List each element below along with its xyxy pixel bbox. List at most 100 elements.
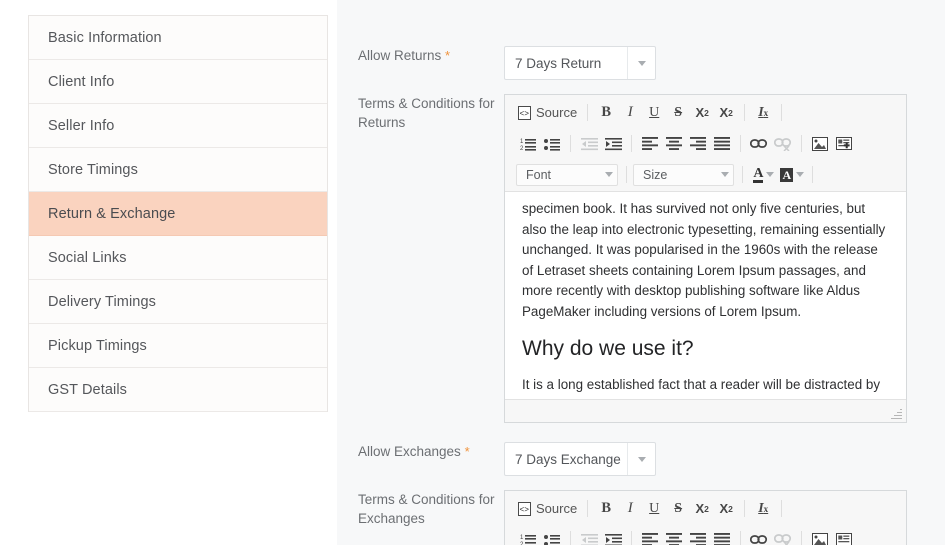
toolbar-row-styles: Font Size A A xyxy=(505,159,906,190)
superscript-button[interactable]: X2 xyxy=(714,101,738,125)
required-asterisk: * xyxy=(464,444,470,459)
text-color-glyph: A xyxy=(753,165,764,183)
allow-exchanges-field: 7 Days Exchange xyxy=(504,442,945,476)
toolbar-row-basic: <> Source B I U S X2 X 2 I x xyxy=(505,493,906,524)
insert-image-button[interactable] xyxy=(808,132,832,156)
superscript-mark: 2 xyxy=(728,107,733,118)
align-left-button[interactable] xyxy=(638,528,662,545)
editor-heading: Why do we use it? xyxy=(522,337,694,360)
align-justify-button[interactable] xyxy=(710,132,734,156)
toolbar-separator xyxy=(570,135,571,152)
background-color-button[interactable]: A xyxy=(776,167,806,182)
font-size-select[interactable]: Size xyxy=(633,163,735,186)
image-icon xyxy=(812,532,828,545)
italic-button[interactable]: I xyxy=(618,101,642,125)
chevron-down-icon xyxy=(766,172,775,177)
source-button[interactable]: <> Source xyxy=(516,497,581,521)
sidebar-item-return-and-exchange[interactable]: Return & Exchange xyxy=(29,192,327,236)
superscript-button[interactable]: X2 xyxy=(714,497,738,521)
svg-text:1: 1 xyxy=(520,139,524,145)
toolbar-separator xyxy=(742,166,744,183)
chevron-down-icon xyxy=(796,172,805,177)
underline-button[interactable]: U xyxy=(642,497,666,521)
sidebar-item-client-info[interactable]: Client Info xyxy=(29,60,327,104)
source-icon: <> xyxy=(518,501,531,516)
editor-paragraph-2: It is a long established fact that a rea… xyxy=(522,377,881,392)
sidebar-item-pickup-timings[interactable]: Pickup Timings xyxy=(29,324,327,368)
increase-indent-button[interactable] xyxy=(601,132,625,156)
terms-exchanges-row: Terms & Conditions for Exchanges <> Sour… xyxy=(337,490,945,545)
insert-link-button[interactable] xyxy=(747,528,771,545)
align-left-button[interactable] xyxy=(638,132,662,156)
sidebar-item-social-links[interactable]: Social Links xyxy=(29,236,327,280)
insert-image-button[interactable] xyxy=(808,528,832,545)
terms-returns-label-line2: Returns xyxy=(358,115,406,130)
bulleted-list-button[interactable] xyxy=(540,528,564,545)
align-justify-button[interactable] xyxy=(710,528,734,545)
underline-button[interactable]: U xyxy=(642,101,666,125)
required-asterisk: * xyxy=(445,48,451,63)
sidebar-item-label: Seller Info xyxy=(48,117,115,134)
bold-button[interactable]: B xyxy=(594,101,618,125)
toolbar-separator xyxy=(626,166,628,183)
chevron-down-icon[interactable] xyxy=(627,443,655,475)
numbered-list-button[interactable]: 1 2 xyxy=(516,132,540,156)
align-right-button[interactable] xyxy=(686,528,710,545)
bold-button[interactable]: B xyxy=(594,497,618,521)
image-icon xyxy=(812,136,828,151)
terms-returns-field: <> Source B I U S X2 X 2 I x 1 2 Font Si… xyxy=(504,94,945,423)
sidebar-item-label: Store Timings xyxy=(48,161,138,178)
unlink-icon xyxy=(774,137,792,151)
terms-returns-row: Terms & Conditions for Returns <> Source… xyxy=(337,94,945,423)
toolbar-separator xyxy=(744,104,746,121)
sidebar-item-gst-details[interactable]: GST Details xyxy=(29,368,327,412)
align-center-button[interactable] xyxy=(662,132,686,156)
editor-content-area[interactable]: specimen book. It has survived not only … xyxy=(505,192,906,399)
subscript-button[interactable]: X2 xyxy=(690,101,714,125)
terms-returns-label-line1: Terms & Conditions for xyxy=(358,96,495,111)
sidebar-item-seller-info[interactable]: Seller Info xyxy=(29,104,327,148)
font-family-select[interactable]: Font xyxy=(516,163,619,186)
resize-grip-icon[interactable] xyxy=(891,408,902,419)
svg-text:2: 2 xyxy=(520,146,524,151)
sidebar-item-basic-information[interactable]: Basic Information xyxy=(29,16,327,60)
toolbar-separator xyxy=(801,135,802,152)
sidebar-item-store-timings[interactable]: Store Timings xyxy=(29,148,327,192)
align-center-button[interactable] xyxy=(662,528,686,545)
text-color-button[interactable]: A xyxy=(749,165,776,183)
rich-text-editor-exchanges[interactable]: <> Source B I U S X2 X 2 I x 1 2 xyxy=(504,490,907,545)
chevron-down-icon[interactable] xyxy=(627,47,655,79)
bulleted-list-icon xyxy=(543,534,560,545)
numbered-list-icon: 1 2 xyxy=(520,534,536,545)
allow-returns-select[interactable]: 7 Days Return xyxy=(504,46,656,80)
indent-icon xyxy=(604,137,622,150)
allow-exchanges-select[interactable]: 7 Days Exchange xyxy=(504,442,656,476)
subscript-button[interactable]: X2 xyxy=(690,497,714,521)
subscript-mark: 2 xyxy=(704,107,709,118)
svg-text:<>: <> xyxy=(519,506,529,515)
remove-format-button[interactable]: Ix xyxy=(751,101,775,125)
toolbar-row-basic: <> Source B I U S X2 X 2 I x xyxy=(505,97,906,128)
rich-text-editor-returns[interactable]: <> Source B I U S X2 X 2 I x 1 2 Font Si… xyxy=(504,94,907,423)
source-label: Source xyxy=(536,501,578,516)
insert-link-button[interactable] xyxy=(747,132,771,156)
increase-indent-button[interactable] xyxy=(601,528,625,545)
subscript-mark: 2 xyxy=(704,503,709,514)
insert-template-button[interactable] xyxy=(832,528,856,545)
insert-template-button[interactable] xyxy=(832,132,856,156)
bulleted-list-button[interactable] xyxy=(540,132,564,156)
terms-exchanges-label-line2: Exchanges xyxy=(358,511,425,526)
remove-format-button[interactable]: Ix xyxy=(751,497,775,521)
svg-text:<>: <> xyxy=(519,110,529,119)
sidebar-item-delivery-timings[interactable]: Delivery Timings xyxy=(29,280,327,324)
settings-page: Basic Information Client Info Seller Inf… xyxy=(0,0,945,545)
justify-icon xyxy=(714,533,730,545)
strikethrough-button[interactable]: S xyxy=(666,497,690,521)
allow-exchanges-label-text: Allow Exchanges xyxy=(358,444,461,459)
source-button[interactable]: <> Source xyxy=(516,101,581,125)
align-right-button[interactable] xyxy=(686,132,710,156)
numbered-list-button[interactable]: 1 2 xyxy=(516,528,540,545)
strikethrough-button[interactable]: S xyxy=(666,101,690,125)
italic-button[interactable]: I xyxy=(618,497,642,521)
return-exchange-form: Allow Returns * 7 Days Return Terms & Co… xyxy=(337,0,945,545)
